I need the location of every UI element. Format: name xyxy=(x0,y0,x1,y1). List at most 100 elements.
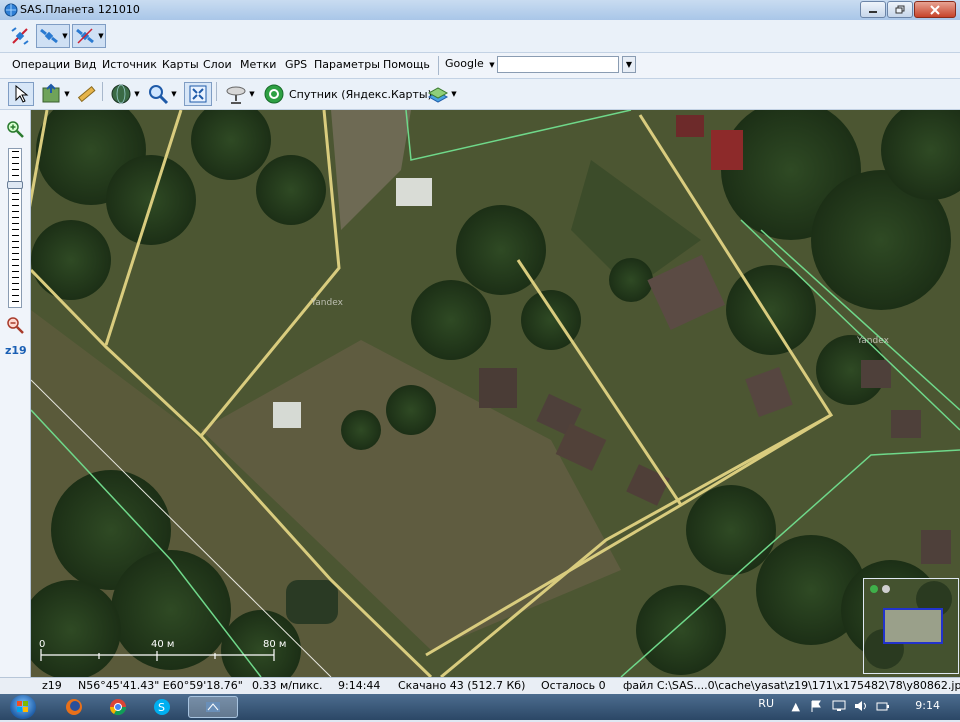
firefox-icon xyxy=(66,699,82,715)
app-globe-icon xyxy=(4,3,18,17)
zoom-tool-button[interactable]: ▼ xyxy=(144,82,180,106)
menu-view[interactable]: Вид xyxy=(74,58,96,71)
dropdown-arrow-icon: ▼ xyxy=(134,90,140,98)
green-arrow-circle-icon xyxy=(264,84,284,104)
scale-ruler: 0 40 м 80 м xyxy=(39,639,286,661)
move-map-button[interactable]: ▼ xyxy=(38,82,72,106)
scale-label-40: 40 м xyxy=(151,639,174,650)
gps-track-button[interactable]: ▼ xyxy=(36,24,70,48)
scale-bar: 0 40 м 80 м xyxy=(39,637,299,667)
status-tile-file: файл C:\SAS....0\cache\yasat\z19\171\x17… xyxy=(623,679,960,692)
search-source-select[interactable]: Google ▼ xyxy=(445,57,495,70)
zoom-sidebar: z19 xyxy=(0,110,31,677)
map-move-icon xyxy=(42,83,60,103)
toolbar-separator xyxy=(216,82,217,101)
minimize-button[interactable] xyxy=(860,1,886,18)
flag-icon[interactable] xyxy=(810,700,822,712)
select-cursor-button[interactable] xyxy=(8,82,34,106)
yandex-watermark: Yandex xyxy=(310,298,344,308)
map-type-selector[interactable]: Спутник (Яндекс.Карты) ▼ xyxy=(289,88,443,101)
satellite-imagery: Yandex Yandex xyxy=(31,110,960,677)
volume-icon[interactable] xyxy=(854,700,868,712)
menu-source[interactable]: Источник xyxy=(102,58,157,71)
gps-connect-button[interactable] xyxy=(6,24,34,48)
cursor-arrow-icon xyxy=(15,85,29,103)
dropdown-arrow-icon: ▼ xyxy=(451,90,457,98)
zoom-out-icon xyxy=(7,317,24,334)
status-coordinates: N56°45'41.43" E60°59'18.76" xyxy=(78,679,243,692)
satellite-icon xyxy=(40,28,59,44)
taskbar-clock[interactable]: 9:14 xyxy=(915,699,940,712)
sas-planet-icon xyxy=(206,702,220,712)
menu-marks[interactable]: Метки xyxy=(240,58,276,71)
zoom-in-icon xyxy=(7,121,24,138)
menu-operations[interactable]: Операции xyxy=(12,58,70,71)
minimap[interactable] xyxy=(863,578,959,674)
map-type-globe-button[interactable]: ▼ xyxy=(108,82,142,106)
layers-button[interactable]: ▼ xyxy=(424,82,460,106)
zoom-slider-ticks xyxy=(12,151,19,305)
language-indicator[interactable]: RU xyxy=(758,697,774,710)
skype-icon: S xyxy=(154,699,170,715)
zoom-out-button[interactable] xyxy=(6,316,24,337)
maximize-button[interactable] xyxy=(887,1,913,18)
window-title: SAS.Планета 121010 xyxy=(20,3,140,16)
menu-layers[interactable]: Слои xyxy=(203,58,232,71)
status-resolution: 0.33 м/пикс. xyxy=(252,679,323,692)
scale-label-0: 0 xyxy=(39,639,45,650)
search-history-dropdown[interactable]: ▼ xyxy=(622,56,636,73)
dropdown-arrow-icon: ▼ xyxy=(98,32,104,40)
start-button[interactable] xyxy=(10,695,36,719)
minimap-viewport-frame[interactable] xyxy=(883,608,943,644)
taskbar-skype[interactable]: S xyxy=(144,696,180,718)
map-viewport[interactable]: Yandex Yandex 0 40 м 80 м xyxy=(31,110,960,677)
search-input[interactable] xyxy=(497,56,619,73)
dropdown-arrow-icon: ▼ xyxy=(62,32,68,40)
dropdown-arrow-icon: ▼ xyxy=(171,90,177,98)
map-toolbar: ▼ ▼ ▼ ▼ Спутник (Яндекс.Карты) ▼ ▼ xyxy=(0,79,960,110)
map-source-button[interactable] xyxy=(262,82,286,106)
menu-gps[interactable]: GPS xyxy=(285,58,307,71)
fullscreen-icon xyxy=(189,85,207,103)
ruler-button[interactable] xyxy=(74,82,98,106)
globe-icon xyxy=(111,84,131,104)
zoom-slider[interactable] xyxy=(7,148,23,308)
title-bar[interactable]: SAS.Планета 121010 xyxy=(0,0,960,20)
windows-logo-icon xyxy=(17,701,28,712)
zoom-slider-thumb[interactable] xyxy=(7,181,23,189)
minimap-zoom-out-icon[interactable] xyxy=(882,585,890,593)
tray-expand-icon[interactable]: ▲ xyxy=(792,700,800,713)
status-zoom: z19 xyxy=(42,679,62,692)
fullscreen-button[interactable] xyxy=(184,82,212,106)
ruler-icon xyxy=(77,85,96,103)
close-button[interactable] xyxy=(914,1,956,18)
satellite-icon xyxy=(11,27,29,45)
menu-maps[interactable]: Карты xyxy=(162,58,199,71)
dropdown-arrow-icon: ▼ xyxy=(64,90,70,98)
restore-icon xyxy=(895,5,905,14)
menu-help[interactable]: Помощь xyxy=(383,58,430,71)
power-icon[interactable] xyxy=(876,700,890,712)
close-icon xyxy=(930,4,940,15)
status-remaining: Осталось 0 xyxy=(541,679,606,692)
menu-settings[interactable]: Параметры xyxy=(314,58,380,71)
dropdown-arrow-icon: ▼ xyxy=(489,61,495,69)
minimize-icon xyxy=(869,10,877,13)
map-type-label: Спутник (Яндекс.Карты) xyxy=(289,88,432,101)
zoom-in-button[interactable] xyxy=(6,120,24,141)
status-bar: z19 N56°45'41.43" E60°59'18.76" 0.33 м/п… xyxy=(0,677,960,695)
gps-toolbar: ▼ ▼ xyxy=(0,20,960,53)
satellite-icon xyxy=(76,28,95,44)
network-icon[interactable] xyxy=(832,700,846,712)
satellite-dish-icon xyxy=(226,86,246,104)
gps-center-button[interactable]: ▼ xyxy=(72,24,106,48)
taskbar-firefox[interactable] xyxy=(56,696,92,718)
satellite-dish-button[interactable]: ▼ xyxy=(222,82,258,106)
taskbar-sas-planet[interactable] xyxy=(188,696,238,718)
menu-bar: Операции Вид Источник Карты Слои Метки G… xyxy=(0,53,960,79)
zoom-level-label: z19 xyxy=(5,344,27,357)
minimap-zoom-in-icon[interactable] xyxy=(870,585,878,593)
taskbar-chrome[interactable] xyxy=(100,696,136,718)
toolbar-separator xyxy=(102,82,103,101)
layers-icon xyxy=(428,87,449,103)
